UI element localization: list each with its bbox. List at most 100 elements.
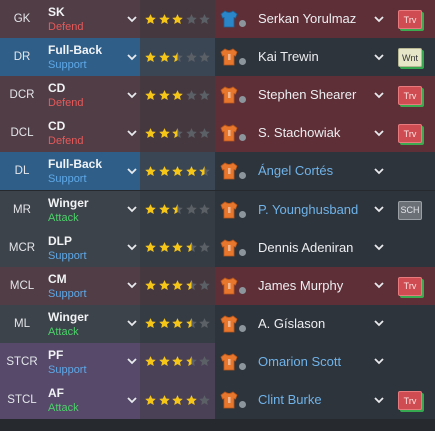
chevron-down-icon[interactable]: [372, 88, 386, 102]
outfield-shirt-icon: [220, 86, 238, 104]
role-rating: [140, 381, 215, 419]
player-row[interactable]: DCR CD Defend Stephen Shearer Trv: [0, 76, 435, 115]
player-row[interactable]: STCL AF Attack Clint Burke Trv: [0, 381, 435, 419]
chevron-down-icon[interactable]: [125, 279, 139, 293]
chevron-down-icon[interactable]: [372, 203, 386, 217]
chevron-down-icon[interactable]: [372, 317, 386, 331]
role-selector[interactable]: Full-Back Support: [44, 152, 140, 191]
duty-label: Support: [48, 363, 87, 376]
star-empty-icon: [199, 242, 210, 253]
player-name[interactable]: P. Younghusband: [258, 202, 358, 217]
status-badge[interactable]: Wnt: [398, 48, 422, 68]
player-name[interactable]: Clint Burke: [258, 392, 322, 407]
status-cell: Trv: [393, 381, 435, 419]
chevron-down-icon[interactable]: [372, 355, 386, 369]
status-badge[interactable]: Trv: [398, 391, 422, 410]
position-label: STCR: [0, 342, 44, 381]
chevron-down-icon[interactable]: [372, 164, 386, 178]
player-selector[interactable]: Clint Burke: [215, 381, 393, 419]
role-selector[interactable]: Winger Attack: [44, 190, 140, 229]
chevron-down-icon[interactable]: [125, 12, 139, 26]
status-badge[interactable]: Trv: [398, 276, 422, 296]
chevron-down-icon[interactable]: [372, 50, 386, 64]
player-row[interactable]: MCL CM Support James Murphy Trv: [0, 266, 435, 305]
chevron-down-icon[interactable]: [125, 393, 139, 407]
status-badge[interactable]: Trv: [398, 86, 422, 106]
player-name[interactable]: Omarion Scott: [258, 354, 341, 369]
player-name[interactable]: Serkan Yorulmaz: [258, 11, 356, 26]
role-selector[interactable]: SK Defend: [44, 0, 140, 38]
role-selector[interactable]: CD Defend: [44, 114, 140, 153]
chevron-down-icon[interactable]: [372, 241, 386, 255]
player-row[interactable]: MR Winger Attack P. Younghusband SCH: [0, 190, 435, 229]
player-row[interactable]: GK SK Defend Serkan Yorulmaz Trv: [0, 0, 435, 38]
chevron-down-icon[interactable]: [372, 279, 386, 293]
chevron-down-icon[interactable]: [125, 88, 139, 102]
player-name[interactable]: S. Stachowiak: [258, 125, 340, 140]
role-rating: [140, 304, 215, 343]
player-selector[interactable]: P. Younghusband: [215, 190, 393, 229]
star-empty-icon: [199, 318, 210, 329]
position-label: STCL: [0, 381, 44, 419]
player-name[interactable]: A. Gíslason: [258, 316, 325, 331]
star-icon: [145, 89, 156, 100]
status-badge[interactable]: Trv: [398, 124, 422, 144]
star-icon: [145, 280, 156, 291]
player-selector[interactable]: S. Stachowiak: [215, 114, 393, 153]
chevron-down-icon[interactable]: [125, 50, 139, 64]
chevron-down-icon[interactable]: [372, 393, 386, 407]
role-selector[interactable]: CM Support: [44, 266, 140, 305]
chevron-down-icon[interactable]: [125, 164, 139, 178]
role-selector[interactable]: Full-Back Support: [44, 38, 140, 77]
player-selector[interactable]: Kai Trewin: [215, 38, 393, 77]
player-name[interactable]: Ángel Cortés: [258, 163, 333, 178]
player-selector[interactable]: Stephen Shearer: [215, 76, 393, 115]
player-name[interactable]: Kai Trewin: [258, 49, 319, 64]
player-name[interactable]: Dennis Adeniran: [258, 240, 353, 255]
role-selector[interactable]: Winger Attack: [44, 304, 140, 343]
player-row[interactable]: STCR PF Support Omarion Scott: [0, 342, 435, 381]
star-icon: [158, 394, 170, 405]
role-selector[interactable]: DLP Support: [44, 228, 140, 267]
player-selector[interactable]: Omarion Scott: [215, 342, 393, 381]
chevron-down-icon[interactable]: [125, 355, 139, 369]
player-name[interactable]: Stephen Shearer: [258, 87, 356, 102]
player-row[interactable]: ML Winger Attack A. Gíslason: [0, 304, 435, 343]
player-selector[interactable]: Dennis Adeniran: [215, 228, 393, 267]
player-row[interactable]: DR Full-Back Support Kai Trewin Wnt: [0, 38, 435, 77]
status-cell: Trv: [393, 76, 435, 115]
player-selector[interactable]: James Murphy: [215, 266, 393, 305]
player-name[interactable]: James Murphy: [258, 278, 343, 293]
star-icon: [158, 204, 170, 214]
player-row[interactable]: DCL CD Defend S. Stachowiak Trv: [0, 114, 435, 153]
status-badge[interactable]: Trv: [398, 10, 422, 29]
player-selector[interactable]: Ángel Cortés: [215, 152, 393, 191]
role-rating: [140, 342, 215, 381]
star-half-icon: [185, 356, 197, 367]
chevron-down-icon[interactable]: [125, 126, 139, 140]
chevron-down-icon[interactable]: [125, 203, 139, 217]
status-badge[interactable]: SCH: [398, 200, 422, 220]
role-selector[interactable]: AF Attack: [44, 381, 140, 419]
position-label: DCR: [0, 76, 44, 115]
player-row[interactable]: MCR DLP Support Dennis Adeniran: [0, 228, 435, 267]
player-row[interactable]: DL Full-Back Support Ángel Cortés: [0, 152, 435, 191]
position-label: MCR: [0, 228, 44, 267]
chevron-down-icon[interactable]: [125, 317, 139, 331]
role-selector[interactable]: PF Support: [44, 342, 140, 381]
star-icon: [172, 356, 183, 367]
role-selector[interactable]: CD Defend: [44, 76, 140, 115]
chevron-down-icon[interactable]: [125, 241, 139, 255]
chevron-down-icon[interactable]: [372, 126, 386, 140]
star-half-icon: [185, 242, 197, 253]
star-icon: [172, 165, 183, 176]
outfield-shirt-icon: [220, 48, 238, 66]
outfield-shirt-icon: [220, 162, 238, 180]
player-selector[interactable]: Serkan Yorulmaz: [215, 0, 393, 38]
player-selector[interactable]: A. Gíslason: [215, 304, 393, 343]
star-icon: [158, 318, 170, 329]
role-name: DLP: [48, 233, 72, 248]
star-empty-icon: [199, 204, 210, 214]
chevron-down-icon[interactable]: [372, 12, 386, 26]
duty-label: Defend: [48, 97, 84, 110]
